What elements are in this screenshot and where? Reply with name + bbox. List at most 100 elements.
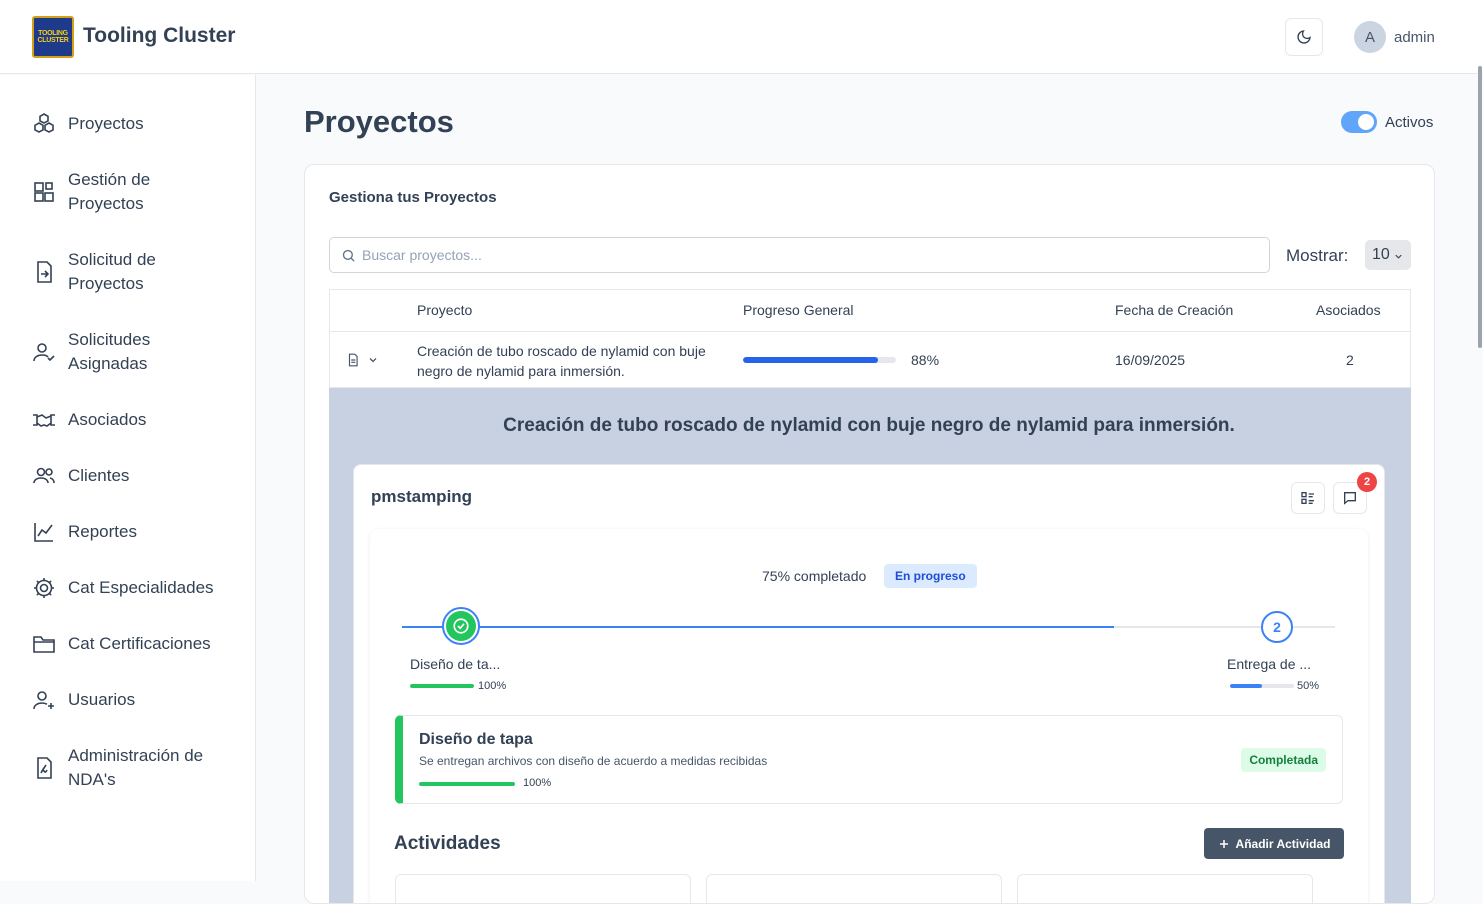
expand-chevron-icon[interactable] xyxy=(367,353,379,369)
sidebar-item-label: Solicitudes Asignadas xyxy=(68,330,151,373)
boxes-icon xyxy=(32,112,56,136)
sidebar-item-cat-certificaciones[interactable]: Cat Certificaciones xyxy=(32,632,211,656)
stage-detail-progress-bar xyxy=(419,782,515,786)
avatar[interactable]: A xyxy=(1354,21,1386,53)
step-2-marker[interactable]: 2 xyxy=(1261,611,1293,643)
page-size-select[interactable]: 10 xyxy=(1365,240,1411,270)
sidebar-item-label: Clientes xyxy=(68,466,130,485)
sidebar: Proyectos Gestión de Proyectos Solicitud… xyxy=(0,75,256,881)
show-label: Mostrar: xyxy=(1286,246,1349,265)
project-associates: 2 xyxy=(1346,352,1354,368)
projects-card: Gestiona tus Proyectos Mostrar: 10 Proye… xyxy=(304,164,1435,904)
users-icon xyxy=(32,464,56,488)
page-scrollbar[interactable] xyxy=(1478,66,1482,348)
sidebar-item-solicitud-proyectos[interactable]: Solicitud de Proyectos xyxy=(32,250,156,293)
sidebar-item-clientes[interactable]: Clientes xyxy=(32,464,129,488)
cog-icon xyxy=(32,576,56,600)
completion-text: 75% completado xyxy=(762,568,867,584)
squares-plus-icon xyxy=(32,180,56,204)
sidebar-item-usuarios[interactable]: Usuarios xyxy=(32,688,135,712)
activity-card[interactable] xyxy=(706,874,1002,903)
app-title: Tooling Cluster xyxy=(83,24,236,47)
sidebar-item-solicitudes-asignadas[interactable]: Solicitudes Asignadas xyxy=(32,330,150,373)
comments-button[interactable]: 2 xyxy=(1333,472,1377,514)
file-signature-icon xyxy=(32,756,56,780)
step-2-progress-bar xyxy=(1230,684,1294,688)
user-check-icon xyxy=(32,340,56,364)
chevron-down-icon xyxy=(1393,249,1404,267)
stage-detail-card[interactable]: Diseño de tapa Se entregan archivos con … xyxy=(395,715,1343,804)
sidebar-item-label: Administración de NDA's xyxy=(68,746,204,789)
column-header-date[interactable]: Fecha de Creación xyxy=(1115,302,1233,318)
step-1-label[interactable]: Diseño de ta... xyxy=(410,656,500,672)
column-header-project[interactable]: Proyecto xyxy=(417,302,472,318)
project-progress-bar xyxy=(743,357,896,363)
moon-icon xyxy=(1297,30,1311,44)
search-box xyxy=(329,237,1270,273)
add-activity-button[interactable]: Añadir Actividad xyxy=(1204,828,1344,859)
step-1-marker[interactable] xyxy=(442,607,480,645)
stage-detail-progress-label: 100% xyxy=(523,777,552,789)
user-plus-icon xyxy=(32,688,56,712)
active-toggle-label: Activos xyxy=(1385,114,1434,131)
sidebar-item-label: Gestión de Proyectos xyxy=(68,170,151,213)
project-date: 16/09/2025 xyxy=(1115,352,1186,368)
sidebar-item-label: Solicitud de Proyectos xyxy=(68,250,156,293)
sidebar-item-label: Proyectos xyxy=(68,114,144,133)
check-circle-icon xyxy=(453,618,469,634)
app-logo[interactable]: TOOLING CLUSTER xyxy=(32,16,74,58)
projects-table: Proyecto Progreso General Fecha de Creac… xyxy=(329,289,1411,388)
sidebar-item-nda[interactable]: Administración de NDA's xyxy=(32,746,203,789)
sidebar-item-asociados[interactable]: Asociados xyxy=(32,408,146,432)
stepper-track xyxy=(402,626,1335,628)
associate-name: pmstamping xyxy=(371,487,473,506)
associate-card: pmstamping 2 75% completado En progreso … xyxy=(353,464,1385,903)
expanded-project-panel: Creación de tubo roscado de nylamid con … xyxy=(329,388,1411,903)
sidebar-item-label: Usuarios xyxy=(68,690,136,709)
activity-card[interactable] xyxy=(1017,874,1313,903)
card-title: Gestiona tus Proyectos xyxy=(329,189,497,206)
username[interactable]: admin xyxy=(1394,29,1435,46)
active-toggle[interactable] xyxy=(1341,111,1377,133)
sidebar-item-label: Cat Especialidades xyxy=(68,578,214,597)
stage-status-badge: Completada xyxy=(1241,748,1326,772)
search-input[interactable] xyxy=(362,247,1269,263)
expanded-title: Creación de tubo roscado de nylamid con … xyxy=(503,415,1235,436)
sidebar-item-reportes[interactable]: Reportes xyxy=(32,520,137,544)
column-header-progress[interactable]: Progreso General xyxy=(743,302,854,318)
step-1-progress-bar xyxy=(410,684,474,688)
checklist-icon xyxy=(1301,492,1314,504)
top-bar: TOOLING CLUSTER Tooling Cluster A admin xyxy=(0,0,1483,74)
stepper-track-progress xyxy=(402,626,1114,628)
project-progress-label: 88% xyxy=(911,352,940,368)
folder-icon xyxy=(32,632,56,656)
step-1-progress-label: 100% xyxy=(478,680,507,692)
page-title: Proyectos xyxy=(304,104,454,139)
table-row[interactable]: Creación de tubo roscado de nylamid con … xyxy=(330,332,1410,388)
checklist-button[interactable] xyxy=(1291,482,1325,514)
project-progress-fill xyxy=(743,357,878,363)
search-icon xyxy=(341,248,356,268)
stage-detail-description: Se entregan archivos con diseño de acuer… xyxy=(419,754,768,768)
comments-badge: 2 xyxy=(1357,472,1377,492)
plus-icon xyxy=(1219,839,1228,848)
step-2-progress-fill xyxy=(1230,684,1262,688)
sidebar-item-cat-especialidades[interactable]: Cat Especialidades xyxy=(32,576,214,600)
stage-panel: 75% completado En progreso 2 Diseño de t… xyxy=(370,529,1368,903)
step-2-progress-label: 50% xyxy=(1297,680,1320,692)
sidebar-item-proyectos[interactable]: Proyectos xyxy=(32,112,144,136)
sidebar-item-label: Reportes xyxy=(68,522,137,541)
step-2-label[interactable]: Entrega de ... xyxy=(1227,656,1311,672)
page-size-value: 10 xyxy=(1372,246,1390,263)
handshake-icon xyxy=(32,408,56,432)
activity-card[interactable] xyxy=(395,874,691,903)
status-badge: En progreso xyxy=(884,564,977,588)
chart-line-icon xyxy=(32,520,56,544)
column-header-associates[interactable]: Asociados xyxy=(1316,302,1381,318)
document-icon[interactable] xyxy=(346,352,360,371)
comment-icon xyxy=(1344,492,1356,505)
theme-toggle-button[interactable] xyxy=(1285,18,1323,56)
step-1-progress-fill xyxy=(410,684,474,688)
stage-detail-progress-fill xyxy=(419,782,515,786)
sidebar-item-gestion-proyectos[interactable]: Gestión de Proyectos xyxy=(32,170,150,213)
